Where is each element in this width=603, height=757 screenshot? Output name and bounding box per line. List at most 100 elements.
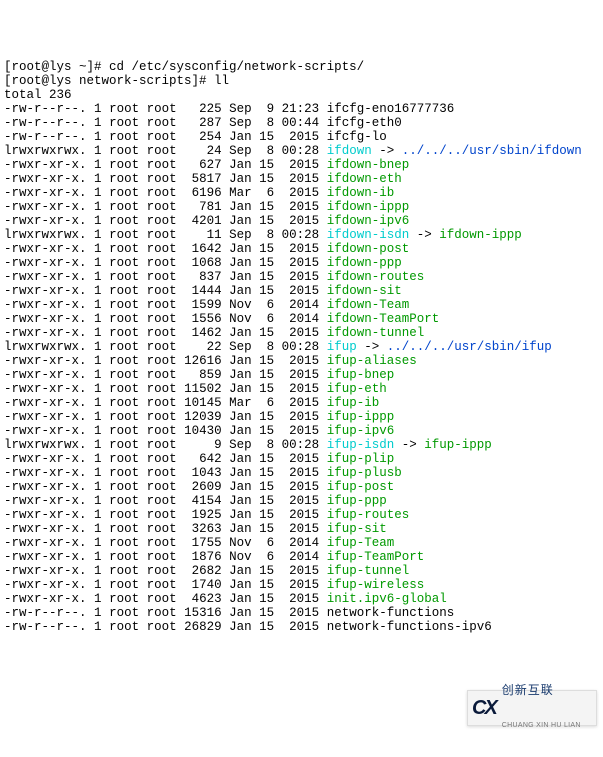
file-date: Sep 9 21:23 — [229, 102, 319, 116]
file-date: Jan 15 2015 — [229, 214, 319, 228]
file-size: 12039 — [184, 410, 222, 424]
file-size: 26829 — [184, 620, 222, 634]
file-owner: root — [109, 522, 139, 536]
link-count: 1 — [94, 284, 102, 298]
link-count: 1 — [94, 536, 102, 550]
file-name: ifup-plusb — [327, 466, 402, 480]
file-owner: root — [109, 270, 139, 284]
link-count: 1 — [94, 550, 102, 564]
file-name: ifdown-TeamPort — [327, 312, 440, 326]
file-group: root — [147, 130, 177, 144]
file-name: ifup-aliases — [327, 354, 417, 368]
file-owner: root — [109, 620, 139, 634]
symlink-target: ../../../usr/sbin/ifup — [387, 340, 552, 354]
link-count: 1 — [94, 256, 102, 270]
file-name: ifup-ipv6 — [327, 424, 395, 438]
file-permissions: -rwxr-xr-x. — [4, 536, 87, 550]
file-permissions: -rw-r--r--. — [4, 606, 87, 620]
file-permissions: -rwxr-xr-x. — [4, 158, 87, 172]
file-group: root — [147, 186, 177, 200]
file-size: 287 — [184, 116, 222, 130]
file-size: 1740 — [184, 578, 222, 592]
file-name: ifup-eth — [327, 382, 387, 396]
file-date: Jan 15 2015 — [229, 158, 319, 172]
file-date: Sep 8 00:28 — [229, 144, 319, 158]
file-size: 1444 — [184, 284, 222, 298]
file-group: root — [147, 522, 177, 536]
file-permissions: lrwxrwxrwx. — [4, 228, 87, 242]
file-name: ifdown-post — [327, 242, 410, 256]
file-permissions: -rwxr-xr-x. — [4, 410, 87, 424]
terminal-output[interactable]: [root@lys ~]# cd /etc/sysconfig/network-… — [4, 60, 599, 634]
file-date: Jan 15 2015 — [229, 592, 319, 606]
file-group: root — [147, 102, 177, 116]
file-group: root — [147, 592, 177, 606]
file-size: 627 — [184, 158, 222, 172]
file-permissions: -rwxr-xr-x. — [4, 284, 87, 298]
link-count: 1 — [94, 340, 102, 354]
file-date: Jan 15 2015 — [229, 130, 319, 144]
file-size: 2609 — [184, 480, 222, 494]
file-size: 6196 — [184, 186, 222, 200]
file-owner: root — [109, 592, 139, 606]
file-name: ifup-routes — [327, 508, 410, 522]
file-date: Jan 15 2015 — [229, 410, 319, 424]
file-group: root — [147, 172, 177, 186]
file-date: Sep 8 00:44 — [229, 116, 319, 130]
link-count: 1 — [94, 298, 102, 312]
symlink-arrow: -> — [372, 144, 402, 158]
link-count: 1 — [94, 186, 102, 200]
file-name: ifup-isdn — [327, 438, 395, 452]
file-name: ifup-sit — [327, 522, 387, 536]
file-size: 1068 — [184, 256, 222, 270]
file-permissions: -rwxr-xr-x. — [4, 256, 87, 270]
file-date: Jan 15 2015 — [229, 606, 319, 620]
file-size: 22 — [184, 340, 222, 354]
file-name: ifup-ppp — [327, 494, 387, 508]
file-size: 5817 — [184, 172, 222, 186]
file-group: root — [147, 508, 177, 522]
file-date: Mar 6 2015 — [229, 396, 319, 410]
watermark-logo: CX — [472, 701, 496, 715]
file-permissions: -rwxr-xr-x. — [4, 354, 87, 368]
file-size: 4154 — [184, 494, 222, 508]
file-permissions: -rwxr-xr-x. — [4, 368, 87, 382]
file-group: root — [147, 452, 177, 466]
file-permissions: -rwxr-xr-x. — [4, 550, 87, 564]
file-owner: root — [109, 382, 139, 396]
file-date: Jan 15 2015 — [229, 256, 319, 270]
file-group: root — [147, 424, 177, 438]
link-count: 1 — [94, 438, 102, 452]
file-group: root — [147, 620, 177, 634]
link-count: 1 — [94, 578, 102, 592]
file-owner: root — [109, 438, 139, 452]
file-group: root — [147, 368, 177, 382]
file-name: ifdown-isdn — [327, 228, 410, 242]
file-name: ifdown-ipv6 — [327, 214, 410, 228]
file-group: root — [147, 214, 177, 228]
file-owner: root — [109, 102, 139, 116]
file-name: ifup-bnep — [327, 368, 395, 382]
file-owner: root — [109, 578, 139, 592]
link-count: 1 — [94, 214, 102, 228]
file-name: ifdown-sit — [327, 284, 402, 298]
file-permissions: -rwxr-xr-x. — [4, 214, 87, 228]
file-owner: root — [109, 410, 139, 424]
file-date: Mar 6 2015 — [229, 186, 319, 200]
file-group: root — [147, 158, 177, 172]
link-count: 1 — [94, 382, 102, 396]
file-permissions: -rwxr-xr-x. — [4, 424, 87, 438]
file-group: root — [147, 228, 177, 242]
file-date: Nov 6 2014 — [229, 550, 319, 564]
file-permissions: -rw-r--r--. — [4, 620, 87, 634]
file-owner: root — [109, 480, 139, 494]
link-count: 1 — [94, 354, 102, 368]
link-count: 1 — [94, 242, 102, 256]
file-name: init.ipv6-global — [327, 592, 447, 606]
file-permissions: -rw-r--r--. — [4, 130, 87, 144]
file-permissions: -rwxr-xr-x. — [4, 312, 87, 326]
file-permissions: -rwxr-xr-x. — [4, 382, 87, 396]
file-owner: root — [109, 452, 139, 466]
watermark-subtitle: CHUANG XIN HU LIAN — [502, 720, 581, 732]
file-name: ifcfg-lo — [327, 130, 387, 144]
